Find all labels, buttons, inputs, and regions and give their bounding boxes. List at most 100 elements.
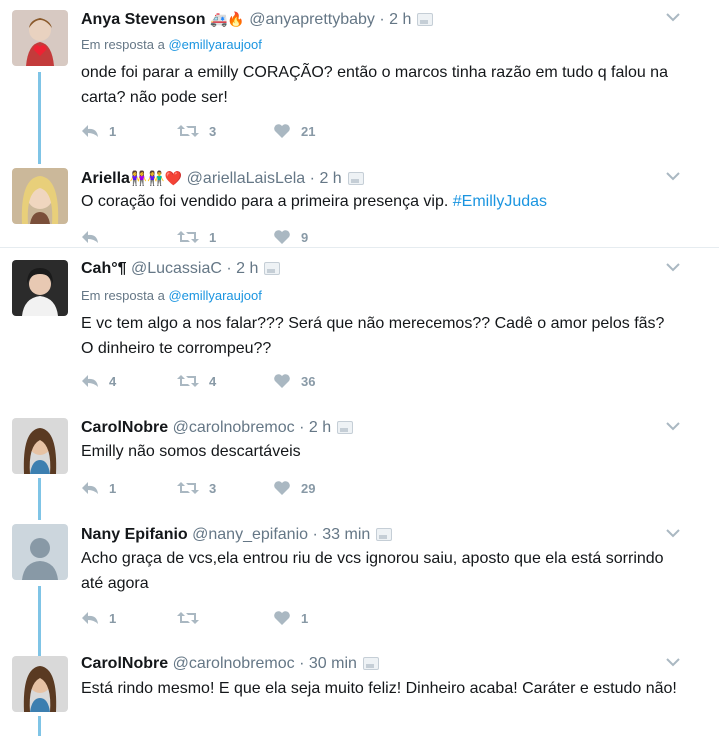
chevron-down-icon[interactable] xyxy=(665,525,681,541)
tweet-header: Cah°¶ @LucassiaC · 2 h xyxy=(81,259,281,279)
display-name[interactable]: Nany Epifanio xyxy=(81,526,188,543)
retweet-count: 4 xyxy=(209,373,217,389)
tweet-header: Nany Epifanio @nany_epifanio · 33 min xyxy=(81,525,393,545)
retweet-count: 3 xyxy=(209,480,217,496)
separator-dot: · xyxy=(226,260,232,277)
reply-button[interactable]: 1 xyxy=(81,124,177,139)
like-count: 36 xyxy=(301,373,316,389)
reply-handle-link[interactable]: @emillyaraujoof xyxy=(168,288,261,303)
media-icon xyxy=(347,172,364,186)
timestamp[interactable]: 2 h xyxy=(236,260,258,277)
reply-button[interactable]: 1 xyxy=(81,481,177,496)
reply-icon xyxy=(82,125,98,137)
media-icon xyxy=(362,657,379,671)
media-icon xyxy=(337,421,354,435)
tweet[interactable]: Cah°¶ @LucassiaC · 2 h Em resposta a @em… xyxy=(0,248,719,408)
retweet-button[interactable]: 1 xyxy=(177,230,273,245)
display-name[interactable]: Anya Stevenson xyxy=(81,11,205,28)
hashtag-link[interactable]: #EmillyJudas xyxy=(453,193,547,210)
name-emojis: 👭👫❤️ xyxy=(129,170,183,186)
timestamp[interactable]: 2 h xyxy=(309,419,331,436)
tweet-actions: 1 3 21 xyxy=(81,121,369,141)
timestamp[interactable]: 33 min xyxy=(322,526,370,543)
reply-icon xyxy=(82,482,98,494)
tweet-actions: 1 1 xyxy=(81,608,369,628)
timestamp[interactable]: 2 h xyxy=(319,170,341,187)
reply-count: 1 xyxy=(109,610,117,626)
tweet-text: O coração foi vendido para a primeira pr… xyxy=(81,189,681,214)
tweet-text: E vc tem algo a nos falar??? Será que nã… xyxy=(81,315,665,357)
chevron-down-icon[interactable] xyxy=(665,168,681,184)
user-handle[interactable]: @ariellaLaisLela xyxy=(187,170,306,187)
separator-dot: · xyxy=(299,419,305,436)
retweet-icon xyxy=(177,612,199,624)
retweet-button[interactable] xyxy=(177,611,273,625)
avatar[interactable] xyxy=(12,656,68,712)
like-button[interactable]: 1 xyxy=(273,610,369,626)
like-button[interactable]: 29 xyxy=(273,480,369,496)
separator-dot: · xyxy=(312,526,318,543)
timestamp[interactable]: 30 min xyxy=(309,655,357,672)
name-emojis: 🚑🔥 xyxy=(209,11,245,27)
tweet[interactable]: CarolNobre @carolnobremoc · 30 min Está … xyxy=(0,648,719,736)
reply-context: Em resposta a @emillyaraujoof xyxy=(81,288,262,303)
heart-icon xyxy=(274,481,290,495)
retweet-count: 1 xyxy=(209,229,217,245)
avatar[interactable] xyxy=(12,260,68,316)
like-button[interactable]: 36 xyxy=(273,373,369,389)
chevron-down-icon[interactable] xyxy=(665,418,681,434)
user-handle[interactable]: @carolnobremoc xyxy=(173,419,295,436)
retweet-icon xyxy=(177,231,199,243)
avatar[interactable] xyxy=(12,168,68,224)
user-handle[interactable]: @carolnobremoc xyxy=(173,655,295,672)
reply-button[interactable]: 1 xyxy=(81,611,177,626)
retweet-icon xyxy=(177,125,199,137)
retweet-icon xyxy=(177,482,199,494)
separator-dot: · xyxy=(379,11,385,28)
heart-icon xyxy=(274,374,290,388)
heart-icon xyxy=(274,124,290,138)
reply-handle-link[interactable]: @emillyaraujoof xyxy=(168,37,261,52)
display-name[interactable]: Cah°¶ xyxy=(81,260,127,277)
tweet[interactable]: Anya Stevenson 🚑🔥 @anyaprettybaby · 2 h … xyxy=(0,0,719,165)
reply-button[interactable] xyxy=(81,230,177,244)
display-name[interactable]: CarolNobre xyxy=(81,419,168,436)
tweet-actions: 4 4 36 xyxy=(81,371,369,391)
user-handle[interactable]: @nany_epifanio xyxy=(192,526,308,543)
like-button[interactable]: 21 xyxy=(273,123,369,139)
user-handle[interactable]: @LucassiaC xyxy=(131,260,222,277)
reply-icon xyxy=(82,612,98,624)
display-name[interactable]: CarolNobre xyxy=(81,655,168,672)
timestamp[interactable]: 2 h xyxy=(389,11,411,28)
heart-icon xyxy=(274,230,290,244)
chevron-down-icon[interactable] xyxy=(665,259,681,275)
retweet-button[interactable]: 3 xyxy=(177,481,273,496)
chevron-down-icon[interactable] xyxy=(665,9,681,25)
tweet[interactable]: Ariella👭👫❤️ @ariellaLaisLela · 2 h O cor… xyxy=(0,165,719,247)
like-count: 29 xyxy=(301,480,316,496)
retweet-icon xyxy=(177,375,199,387)
tweet-actions: 1 9 xyxy=(81,227,369,247)
tweet[interactable]: Nany Epifanio @nany_epifanio · 33 min Ac… xyxy=(0,518,719,648)
tweet-text: Acho graça de vcs,ela entrou riu de vcs … xyxy=(81,550,664,592)
tweet-header: CarolNobre @carolnobremoc · 2 h xyxy=(81,418,354,438)
avatar[interactable] xyxy=(12,418,68,474)
chevron-down-icon[interactable] xyxy=(665,654,681,670)
reply-count: 4 xyxy=(109,373,117,389)
tweet-text: onde foi parar a emilly CORAÇÃO? então o… xyxy=(81,64,668,106)
reply-prefix: Em resposta a xyxy=(81,288,165,303)
user-handle[interactable]: @anyaprettybaby xyxy=(249,11,375,28)
tweet-text-plain: O coração foi vendido para a primeira pr… xyxy=(81,193,449,210)
retweet-button[interactable]: 4 xyxy=(177,374,273,389)
tweet[interactable]: CarolNobre @carolnobremoc · 2 h Emilly n… xyxy=(0,408,719,518)
reply-button[interactable]: 4 xyxy=(81,374,177,389)
retweet-count: 3 xyxy=(209,123,217,139)
avatar[interactable] xyxy=(12,524,68,580)
tweet-text: Emilly não somos descartáveis xyxy=(81,443,301,460)
reply-icon xyxy=(82,231,98,243)
like-count: 9 xyxy=(301,229,309,245)
retweet-button[interactable]: 3 xyxy=(177,124,273,139)
avatar[interactable] xyxy=(12,10,68,66)
like-button[interactable]: 9 xyxy=(273,229,369,245)
display-name[interactable]: Ariella xyxy=(81,170,130,187)
